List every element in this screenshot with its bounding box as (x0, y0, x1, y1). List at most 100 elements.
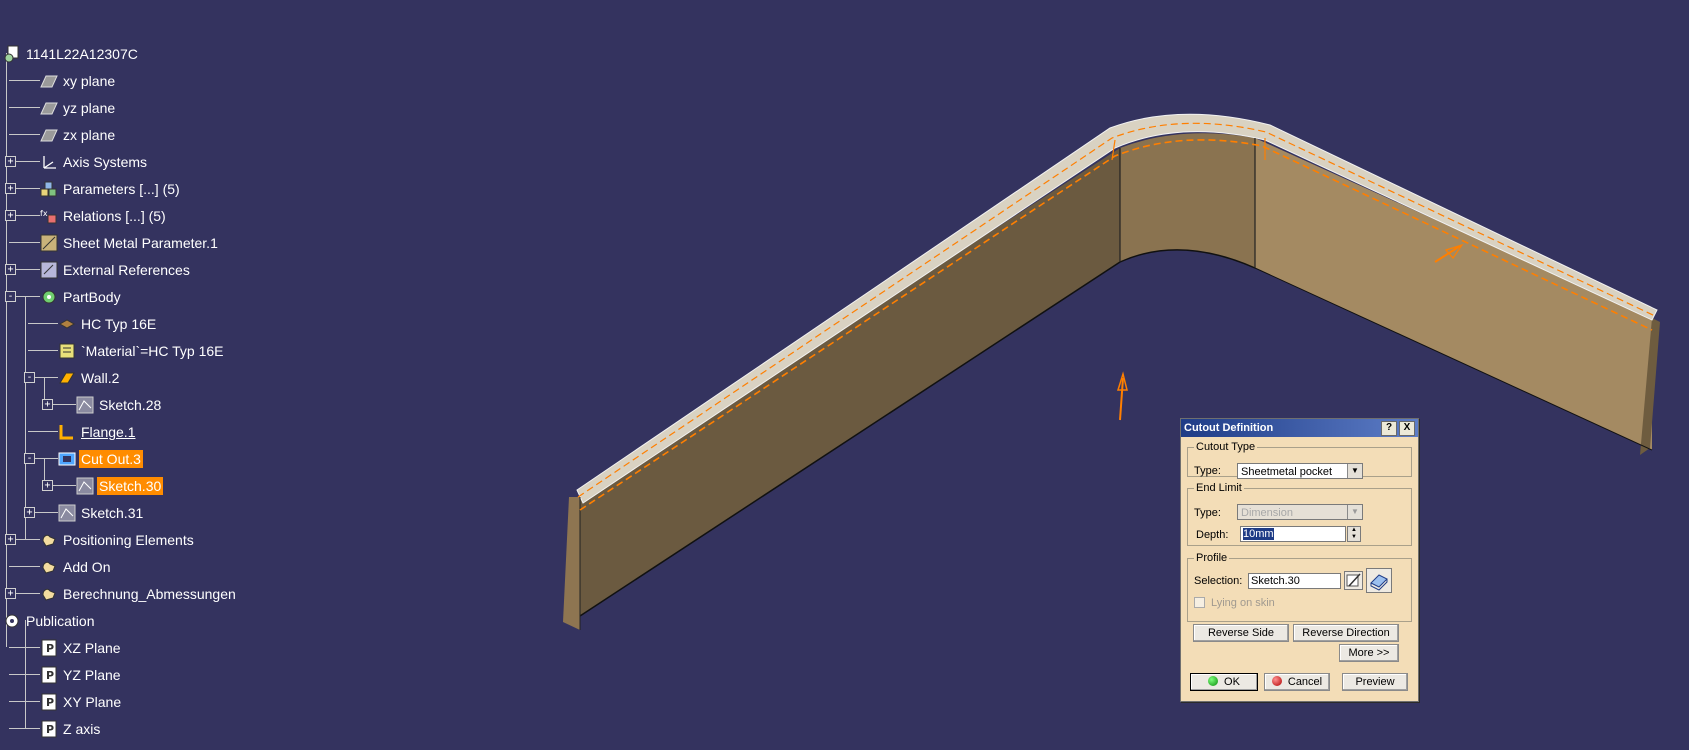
cutout-definition-dialog[interactable]: Cutout Definition ? X Cutout Type Type: … (1180, 418, 1419, 702)
cutout-type-select[interactable]: Sheetmetal pocket ▼ (1237, 463, 1363, 479)
expand-icon[interactable]: + (5, 156, 16, 167)
hand-icon[interactable] (40, 585, 58, 603)
tree-node[interactable]: P XZ Plane (40, 637, 123, 659)
expand-icon[interactable]: + (42, 480, 53, 491)
tree-node-label[interactable]: Z axis (61, 720, 102, 738)
reverse-side-button[interactable]: Reverse Side (1193, 624, 1289, 642)
plane-icon[interactable] (40, 72, 58, 90)
depth-input[interactable]: 10mm (1240, 526, 1346, 542)
flange-icon[interactable] (58, 423, 76, 441)
expand-icon[interactable]: + (5, 183, 16, 194)
publication-item-icon[interactable]: P (40, 639, 58, 657)
tree-node-label[interactable]: Parameters [...] (5) (61, 180, 182, 198)
material-icon[interactable] (58, 315, 76, 333)
tree-node-label[interactable]: Cut Out.3 (79, 450, 143, 468)
tree-node-label[interactable]: Sketch.28 (97, 396, 163, 414)
preview-button[interactable]: Preview (1342, 673, 1408, 691)
tree-node-label[interactable]: Sketch.30 (97, 477, 164, 495)
tree-node[interactable]: Axis Systems (40, 151, 149, 173)
tree-node[interactable]: PartBody (40, 286, 123, 308)
tree-node[interactable]: Flange.1 (58, 421, 137, 443)
publication-item-icon[interactable]: P (40, 693, 58, 711)
collapse-icon[interactable]: - (24, 372, 35, 383)
tree-node[interactable]: Sketch.31 (58, 502, 145, 524)
tree-node[interactable]: zx plane (40, 124, 117, 146)
sketch-icon[interactable] (76, 396, 94, 414)
tree-node-label[interactable]: HC Typ 16E (79, 315, 158, 333)
tree-node-label[interactable]: `Material`=HC Typ 16E (79, 342, 226, 360)
tree-node[interactable]: Wall.2 (58, 367, 121, 389)
tree-node[interactable]: `Material`=HC Typ 16E (58, 340, 226, 362)
tree-node[interactable]: Positioning Elements (40, 529, 196, 551)
relations-icon[interactable]: fx (40, 207, 58, 225)
expand-icon[interactable]: + (5, 264, 16, 275)
ok-button[interactable]: OK (1190, 673, 1258, 691)
expand-icon[interactable]: + (24, 507, 35, 518)
selection-input[interactable]: Sketch.30 (1248, 573, 1341, 589)
more-button[interactable]: More >> (1339, 644, 1399, 662)
tree-node-label[interactable]: XZ Plane (61, 639, 123, 657)
help-button[interactable]: ? (1381, 420, 1397, 436)
tree-node-label[interactable]: zx plane (61, 126, 117, 144)
tree-node-label[interactable]: xy plane (61, 72, 117, 90)
tree-node-label[interactable]: YZ Plane (61, 666, 123, 684)
publication-item-icon[interactable]: P (40, 720, 58, 738)
tree-node-label[interactable]: Publication (24, 612, 97, 630)
tree-node[interactable]: Sketch.30 (76, 475, 164, 497)
tree-node[interactable]: P Z axis (40, 718, 102, 740)
tree-node[interactable]: Parameters [...] (5) (40, 178, 182, 200)
tree-node[interactable]: Sketch.28 (76, 394, 163, 416)
tree-node-label[interactable]: PartBody (61, 288, 123, 306)
sketcher-button[interactable] (1344, 571, 1363, 590)
expand-icon[interactable]: + (5, 588, 16, 599)
tree-node-label[interactable]: Add On (61, 558, 112, 576)
chevron-down-icon[interactable]: ▼ (1347, 505, 1362, 519)
cancel-button[interactable]: Cancel (1264, 673, 1330, 691)
plane-icon[interactable] (40, 126, 58, 144)
tree-node[interactable]: Publication (3, 610, 97, 632)
spin-up-icon[interactable]: ▲ (1348, 527, 1360, 534)
collapse-icon[interactable]: - (24, 453, 35, 464)
publication-item-icon[interactable]: P (40, 666, 58, 684)
tree-node-label[interactable]: Flange.1 (79, 423, 137, 441)
reverse-direction-button[interactable]: Reverse Direction (1293, 624, 1399, 642)
tree-node[interactable]: External References (40, 259, 192, 281)
tree-node[interactable]: P YZ Plane (40, 664, 123, 686)
close-button[interactable]: X (1399, 420, 1415, 436)
chevron-down-icon[interactable]: ▼ (1347, 464, 1362, 478)
direction-arrow-icon[interactable] (1116, 371, 1128, 421)
tree-node[interactable]: HC Typ 16E (58, 313, 158, 335)
tree-node-label[interactable]: Wall.2 (79, 369, 121, 387)
tree-node[interactable]: Add On (40, 556, 112, 578)
spin-down-icon[interactable]: ▼ (1348, 534, 1360, 541)
plane-icon[interactable] (40, 99, 58, 117)
tree-node[interactable]: xy plane (40, 70, 117, 92)
tree-node-label[interactable]: Positioning Elements (61, 531, 196, 549)
profile-definition-button[interactable] (1366, 568, 1392, 593)
tree-node-label[interactable]: Sheet Metal Parameter.1 (61, 234, 220, 252)
wall-icon[interactable] (58, 369, 76, 387)
tree-node[interactable]: Cut Out.3 (58, 448, 143, 470)
material-formula-icon[interactable] (58, 342, 76, 360)
tree-node-label[interactable]: Berechnung_Abmessungen (61, 585, 238, 603)
parameters-icon[interactable] (40, 180, 58, 198)
tree-node-label[interactable]: yz plane (61, 99, 117, 117)
end-limit-type-select[interactable]: Dimension ▼ (1237, 504, 1363, 520)
sheet-metal-parameter-icon[interactable] (40, 234, 58, 252)
lying-on-skin-checkbox[interactable] (1194, 597, 1205, 608)
root-part-icon[interactable] (3, 45, 21, 63)
sketch-icon[interactable] (76, 477, 94, 495)
expand-icon[interactable]: + (5, 210, 16, 221)
tree-node[interactable]: yz plane (40, 97, 117, 119)
sheet-metal-part[interactable] (563, 113, 1660, 630)
depth-spinner[interactable]: ▲ ▼ (1347, 526, 1361, 542)
cutout-icon[interactable] (58, 450, 76, 468)
hand-icon[interactable] (40, 558, 58, 576)
tree-node-label[interactable]: External References (61, 261, 192, 279)
hand-icon[interactable] (40, 531, 58, 549)
tree-node-label[interactable]: Sketch.31 (79, 504, 145, 522)
specification-tree[interactable]: 1141L22A12307C xy plane yz plane zx plane Ax… (0, 40, 300, 750)
tree-node[interactable]: 1141L22A12307C (3, 43, 140, 65)
tree-node[interactable]: Sheet Metal Parameter.1 (40, 232, 220, 254)
tree-node-label[interactable]: Axis Systems (61, 153, 149, 171)
